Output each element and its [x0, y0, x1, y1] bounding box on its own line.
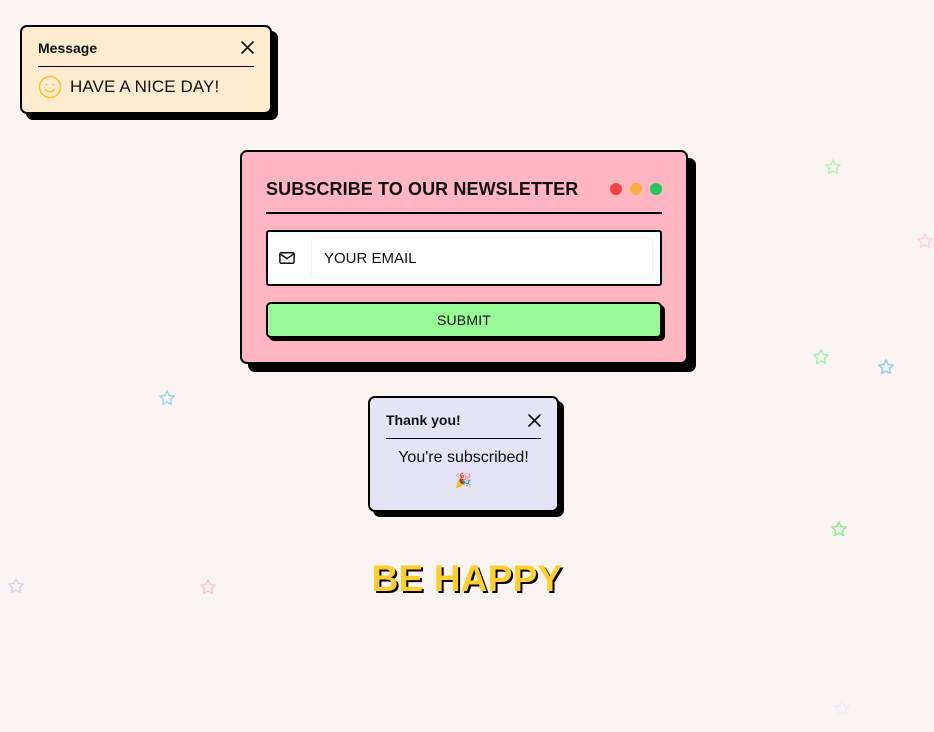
star-icon [813, 349, 829, 365]
star-icon [834, 700, 850, 716]
star-icon [825, 159, 841, 175]
thanks-toast-title: Thank you! [386, 412, 461, 428]
thanks-toast-header: Thank you! [386, 398, 541, 439]
message-toast-header: Message [38, 27, 254, 67]
newsletter-title: SUBSCRIBE TO OUR NEWSLETTER [266, 178, 579, 199]
close-icon[interactable] [238, 39, 256, 57]
smiley-icon [38, 75, 62, 99]
star-icon [159, 390, 175, 406]
close-icon[interactable] [525, 411, 543, 429]
submit-button[interactable]: SUBMIT [266, 302, 662, 338]
star-icon [917, 233, 933, 249]
thanks-toast-text: You're subscribed! [398, 449, 529, 466]
red-dot [610, 183, 622, 195]
email-input[interactable] [312, 238, 652, 278]
green-dot [650, 183, 662, 195]
newsletter-header: SUBSCRIBE TO OUR NEWSLETTER [266, 152, 662, 214]
thanks-toast-body: You're subscribed! 🎉 [386, 449, 541, 490]
message-toast-body: HAVE A NICE DAY! [38, 75, 254, 99]
message-toast-text: HAVE A NICE DAY! [70, 77, 220, 96]
newsletter-card: SUBSCRIBE TO OUR NEWSLETTER SUBMIT [240, 150, 688, 364]
email-field-wrapper [266, 230, 662, 286]
be-happy-heading: BE HAPPY [371, 558, 563, 599]
window-dots [610, 183, 662, 195]
star-icon [831, 521, 847, 537]
envelope-icon [279, 252, 295, 264]
thanks-toast: Thank you! You're subscribed! 🎉 [368, 396, 559, 512]
yellow-dot [630, 183, 642, 195]
message-toast: Message HAVE A NICE DAY! [20, 25, 272, 114]
star-icon [878, 359, 894, 375]
party-popper-icon: 🎉 [454, 472, 473, 488]
message-toast-title: Message [38, 39, 98, 56]
